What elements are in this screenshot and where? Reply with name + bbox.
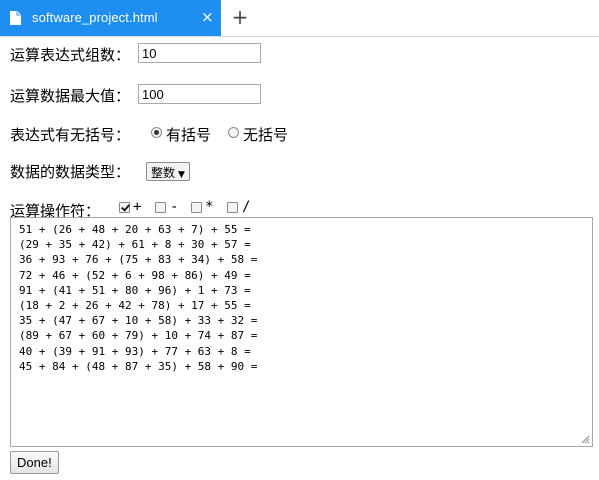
expression-line: 51 + (26 + 48 + 20 + 63 + 7) + 55 =: [19, 223, 251, 236]
tab-software-project[interactable]: software_project.html ×: [0, 0, 221, 36]
new-tab-button[interactable]: +: [230, 7, 250, 27]
file-icon: [10, 11, 21, 25]
radio-without-brackets-label: 无括号: [243, 126, 289, 144]
checkbox-minus-label: -: [170, 199, 179, 215]
max-input[interactable]: [138, 84, 261, 104]
close-tab-icon[interactable]: ×: [201, 10, 214, 25]
done-button[interactable]: Done!: [10, 451, 59, 474]
brackets-label: 表达式有无括号：: [10, 126, 131, 144]
output-textarea[interactable]: 51 + (26 + 48 + 20 + 63 + 7) + 55 = (29 …: [10, 217, 593, 447]
checkbox-plus[interactable]: [119, 202, 130, 213]
expression-line: 45 + 84 + (48 + 87 + 35) + 58 + 90 =: [19, 359, 258, 373]
checkbox-divide[interactable]: [227, 202, 238, 213]
count-label: 运算表达式组数：: [10, 46, 131, 64]
tab-strip: software_project.html × +: [0, 0, 599, 37]
expression-line: 36 + 93 + 76 + (75 + 83 + 34) + 58 =: [19, 253, 258, 267]
tab-title: software_project.html: [32, 10, 158, 25]
radio-with-brackets-label: 有括号: [166, 126, 212, 144]
checkbox-divide-label: /: [242, 199, 251, 215]
expression-line: (89 + 67 + 60 + 79) + 10 + 74 + 87 =: [19, 329, 258, 343]
brackets-row: 表达式有无括号：: [10, 124, 130, 145]
radio-with-brackets[interactable]: [151, 127, 162, 138]
checkbox-plus-label: +: [133, 199, 142, 215]
expression-line: 72 + 46 + (52 + 6 + 98 + 86) + 49 =: [19, 268, 251, 282]
resize-grip-icon[interactable]: [581, 435, 590, 444]
radio-without-brackets[interactable]: [228, 127, 239, 138]
max-row: 运算数据最大值：: [10, 85, 130, 106]
expression-line: (29 + 35 + 42) + 61 + 8 + 30 + 57 =: [19, 238, 251, 252]
expression-line: 40 + (39 + 91 + 93) + 77 + 63 + 8 =: [19, 344, 251, 358]
datatype-selected: 整数: [151, 166, 176, 180]
checkbox-multiply[interactable]: [191, 202, 202, 213]
datatype-select[interactable]: 整数 ▼: [146, 162, 190, 181]
count-input[interactable]: [138, 43, 261, 63]
checkbox-minus[interactable]: [155, 202, 166, 213]
chevron-down-icon: ▼: [178, 170, 185, 180]
expression-line: (18 + 2 + 26 + 42 + 78) + 17 + 55 =: [19, 299, 251, 313]
checkbox-multiply-label: *: [205, 199, 214, 215]
max-label: 运算数据最大值：: [10, 87, 131, 105]
datatype-label: 数据的数据类型：: [10, 163, 131, 181]
datatype-row: 数据的数据类型：: [10, 161, 130, 182]
count-row: 运算表达式组数：: [10, 44, 130, 65]
expression-line: 91 + (41 + 51 + 80 + 96) + 1 + 73 =: [19, 283, 251, 297]
expression-line: 35 + (47 + 67 + 10 + 58) + 33 + 32 =: [19, 314, 258, 328]
